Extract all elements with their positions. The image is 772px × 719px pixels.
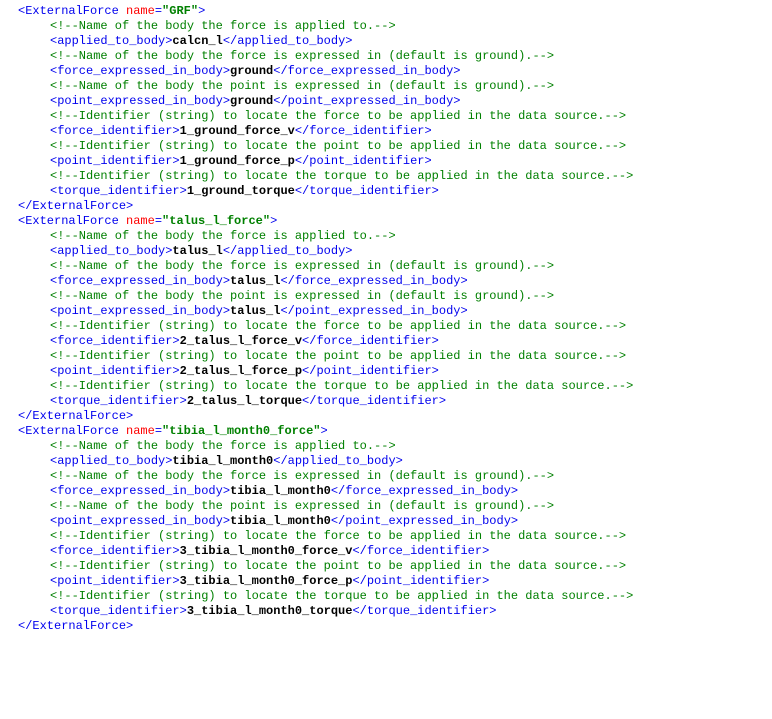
code-line: <point_expressed_in_body>ground</point_e… [4, 94, 768, 109]
code-line: <torque_identifier>1_ground_torque</torq… [4, 184, 768, 199]
code-line: <!--Identifier (string) to locate the to… [4, 169, 768, 184]
code-line: <torque_identifier>3_tibia_l_month0_torq… [4, 604, 768, 619]
code-line: <!--Identifier (string) to locate the fo… [4, 109, 768, 124]
code-line: <force_expressed_in_body>talus_l</force_… [4, 274, 768, 289]
code-line: <!--Name of the body the point is expres… [4, 289, 768, 304]
code-line: <force_identifier>1_ground_force_v</forc… [4, 124, 768, 139]
code-line: <point_identifier>1_ground_force_p</poin… [4, 154, 768, 169]
code-line: <!--Identifier (string) to locate the fo… [4, 319, 768, 334]
xml-code-listing: <ExternalForce name="GRF"><!--Name of th… [4, 4, 768, 634]
code-line: <torque_identifier>2_talus_l_torque</tor… [4, 394, 768, 409]
code-line: <force_expressed_in_body>tibia_l_month0<… [4, 484, 768, 499]
code-line: <ExternalForce name="talus_l_force"> [4, 214, 768, 229]
code-line: <force_identifier>3_tibia_l_month0_force… [4, 544, 768, 559]
code-line: <!--Name of the body the force is applie… [4, 19, 768, 34]
code-line: <force_expressed_in_body>ground</force_e… [4, 64, 768, 79]
code-line: <point_expressed_in_body>talus_l</point_… [4, 304, 768, 319]
code-line: <point_identifier>2_talus_l_force_p</poi… [4, 364, 768, 379]
code-line: <force_identifier>2_talus_l_force_v</for… [4, 334, 768, 349]
code-line: <point_expressed_in_body>tibia_l_month0<… [4, 514, 768, 529]
code-line: <!--Name of the body the force is expres… [4, 49, 768, 64]
code-line: <ExternalForce name="GRF"> [4, 4, 768, 19]
code-line: </ExternalForce> [4, 619, 768, 634]
code-line: <applied_to_body>talus_l</applied_to_bod… [4, 244, 768, 259]
code-line: <!--Identifier (string) to locate the po… [4, 349, 768, 364]
code-line: <!--Identifier (string) to locate the po… [4, 559, 768, 574]
code-line: </ExternalForce> [4, 199, 768, 214]
code-line: <applied_to_body>calcn_l</applied_to_bod… [4, 34, 768, 49]
code-line: <!--Name of the body the point is expres… [4, 79, 768, 94]
code-line: <!--Name of the body the force is expres… [4, 259, 768, 274]
code-line: <!--Identifier (string) to locate the to… [4, 379, 768, 394]
code-line: <!--Name of the body the force is applie… [4, 229, 768, 244]
code-line: <applied_to_body>tibia_l_month0</applied… [4, 454, 768, 469]
code-line: <!--Identifier (string) to locate the po… [4, 139, 768, 154]
code-line: <ExternalForce name="tibia_l_month0_forc… [4, 424, 768, 439]
code-line: <!--Identifier (string) to locate the fo… [4, 529, 768, 544]
code-line: <point_identifier>3_tibia_l_month0_force… [4, 574, 768, 589]
code-line: <!--Name of the body the force is expres… [4, 469, 768, 484]
code-line: <!--Identifier (string) to locate the to… [4, 589, 768, 604]
code-line: </ExternalForce> [4, 409, 768, 424]
code-line: <!--Name of the body the point is expres… [4, 499, 768, 514]
code-line: <!--Name of the body the force is applie… [4, 439, 768, 454]
